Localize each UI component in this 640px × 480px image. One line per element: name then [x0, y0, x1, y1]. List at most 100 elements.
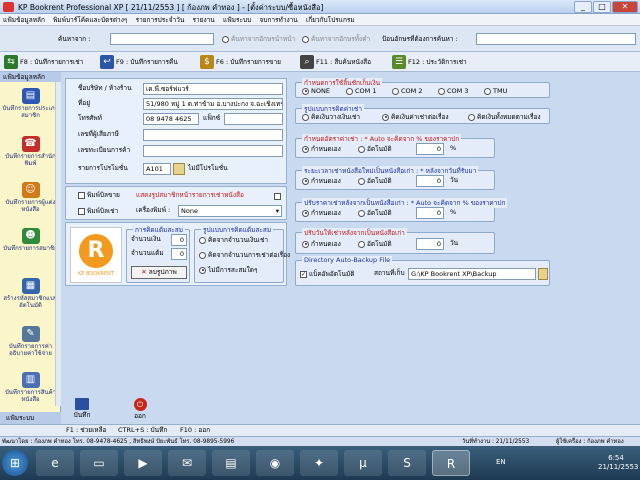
taskbar-bookrent[interactable]: R [432, 450, 470, 476]
sidebar-footer[interactable]: แฟ้มระบบ [0, 412, 61, 424]
taskbar-chrome[interactable]: ◉ [256, 450, 294, 476]
phone-icon: ☎ [21, 136, 40, 152]
drawer-none[interactable]: NONE [302, 86, 330, 96]
show-member-photo-checkbox[interactable] [274, 192, 281, 200]
fee-mode-per-title[interactable]: คิดเงินค่าเช่าต่อเรื่อง [382, 112, 449, 122]
overdue-auto[interactable]: อัตโนมัติ [358, 176, 392, 186]
search-book-button[interactable]: ⌕ F11 : สืบค้นหนังสือ [300, 54, 371, 70]
history-button[interactable]: ☰ F12 : ประวัติการเช่า [392, 54, 467, 70]
overdue-input[interactable]: 0 [416, 175, 444, 187]
old-days-input[interactable]: 0 [416, 238, 444, 250]
ie-icon: e [51, 456, 59, 470]
menu-exit[interactable]: จบการทำงาน [257, 14, 301, 26]
menu-system[interactable]: แฟ้มระบบ [220, 14, 254, 26]
folder-icon[interactable] [173, 163, 185, 175]
fax-input[interactable] [224, 113, 283, 125]
shop-name-label: ชื่อบริษัท / ห้างร้าน [78, 84, 132, 92]
return-icon: ↩ [100, 55, 114, 69]
taskbar-ie[interactable]: e [36, 450, 74, 476]
taskbar-media[interactable]: ▶ [124, 450, 162, 476]
old-price-auto[interactable]: อัตโนมัติ [358, 208, 392, 218]
points-mode-count[interactable]: คิดจากจำนวนการเช่าต่อเรื่อง [199, 250, 290, 260]
points-count-label: จำนวนแต้ม [131, 249, 164, 257]
drawer-com2[interactable]: COM 2 [392, 86, 422, 96]
developer-bar: พัฒนาโดย : ก้องภพ คำทอง โทร. 08-9478-462… [0, 436, 640, 446]
old-price-input[interactable]: 0 [416, 207, 444, 219]
points-mode-none[interactable]: ไม่มีการสะสมใดๆ [199, 265, 258, 275]
drawer-com3[interactable]: COM 3 [438, 86, 468, 96]
minimize-button[interactable]: _ [574, 1, 592, 13]
search-opt-prefix[interactable]: ค้นหาจากอักษรนำหน้า [222, 34, 295, 44]
auto-backup-checkbox[interactable]: ✓ แบ็คอัพอัตโนมัติ [300, 269, 354, 279]
rent-price-manual[interactable]: กำหนดเอง [302, 144, 341, 154]
printer-select[interactable]: None ▾ [178, 205, 282, 217]
taskbar-dev[interactable]: ✦ [300, 450, 338, 476]
chevron-down-icon: ▾ [275, 207, 279, 215]
sidebar-item-expense[interactable]: ✎ บันทึกรายการค่าอธิบายค่าใช้จ่าย [2, 326, 59, 357]
sidebar-item-books[interactable]: ▥ บันทึกรายการสินค้าหนังสือ [2, 372, 59, 403]
menu-report[interactable]: รายงาน [190, 14, 218, 26]
sidebar-header[interactable]: แฟ้มข้อมูลหลัก [0, 72, 61, 82]
overdue-manual[interactable]: กำหนดเอง [302, 176, 341, 186]
points-count-input[interactable]: 0 [171, 248, 187, 260]
clock[interactable]: 6:54 21/11/2553 [598, 454, 638, 472]
old-days-manual[interactable]: กำหนดเอง [302, 239, 341, 249]
language-indicator[interactable]: EN [496, 458, 506, 466]
old-price-unit: % [450, 208, 457, 216]
phone-label: โทรศัพท์ [78, 114, 102, 122]
tax-id-input[interactable] [143, 129, 283, 141]
registration-input[interactable] [143, 145, 283, 157]
maximize-button[interactable]: □ [593, 1, 611, 13]
taskbar-app[interactable]: ✉ [168, 450, 206, 476]
old-price-manual[interactable]: กำหนดเอง [302, 208, 341, 218]
save-button[interactable]: บันทึก [67, 398, 97, 420]
search-input-label: ป้อนอักษรที่ต้องการค้นหา : [382, 35, 458, 43]
promo-code-input[interactable]: A101 [143, 163, 171, 175]
print-rent-checkbox[interactable]: พิมพ์บิลเช่า [78, 206, 118, 216]
fee-mode-deposit[interactable]: คิดเงินวางเงินเช่า [302, 112, 360, 122]
clear-image-button[interactable]: ✕ ลบรูปภาพ [131, 266, 187, 279]
taskbar-skype[interactable]: S [388, 450, 426, 476]
rent-price-unit: % [450, 144, 457, 152]
settings-panel: ชื่อบริษัท / ห้างร้าน เค.พี.ซอร์ฟแวร์ ที… [61, 72, 640, 424]
points-mode-amount[interactable]: คิดจากจำนวนเงินเช่า [199, 235, 268, 245]
fee-mode-all[interactable]: คิดเงินทั้งหมดตามเรื่อง [468, 112, 541, 122]
rent-price-input[interactable]: 0 [416, 143, 444, 155]
history-icon: ☰ [392, 55, 406, 69]
close-button[interactable]: ✕ [612, 1, 638, 13]
drawer-com1[interactable]: COM 1 [346, 86, 376, 96]
return-button[interactable]: ↩ F9 : บันทึกรายการคืน [100, 54, 178, 70]
sidebar-item-publisher[interactable]: ☎ บันทึกรายการสำนักพิมพ์ [2, 136, 59, 167]
menu-master-files[interactable]: แฟ้มข้อมูลหลัก [0, 14, 48, 26]
sidebar-item-auto-member-id[interactable]: ▦ สร้างรหัสสมาชิกแบบอัตโนมัติ [2, 278, 59, 309]
menu-about[interactable]: เกี่ยวกับโปรแกรม [303, 14, 358, 26]
menu-print-barcode[interactable]: พิมพ์บาร์โค้ดและบัตรต่างๆ [50, 14, 130, 26]
phone-input[interactable]: 08 9478 4625 [143, 113, 199, 125]
points-amount-label: จำนวนเงิน [131, 235, 161, 243]
sidebar-item-member-type[interactable]: ▤ บันทึกรายการประเภทสมาชิก [2, 88, 59, 119]
promo-label: รายการโปรโมชั่น [78, 164, 128, 172]
search-opt-whole[interactable]: ค้นหาจากอักษรทั้งคำ [302, 34, 370, 44]
address-input[interactable]: 51/980 หมู่ 1 ต.ท่าข้าม อ.บางปะกง จ.ฉะเช… [143, 98, 283, 110]
shop-name-input[interactable]: เค.พี.ซอร์ฟแวร์ [143, 83, 283, 95]
start-button[interactable]: ⊞ [2, 450, 28, 476]
sale-button[interactable]: $ F6 : บันทึกรายการขาย [200, 54, 281, 70]
rent-button[interactable]: ⇆ F8 : บันทึกรายการเช่า [4, 54, 83, 70]
points-amount-input[interactable]: 0 [171, 234, 187, 246]
old-days-auto[interactable]: อัตโนมัติ [358, 239, 392, 249]
taskbar-files[interactable]: ▤ [212, 450, 250, 476]
taskbar-torrent[interactable]: µ [344, 450, 382, 476]
sidebar-item-author[interactable]: ☺ บันทึกรายการผู้แต่งหนังสือ [2, 182, 59, 213]
save-icon [75, 398, 89, 410]
rent-price-auto[interactable]: อัตโนมัติ [358, 144, 392, 154]
sidebar-item-member[interactable]: ☻ บันทึกรายการสมาชิก [2, 228, 59, 252]
exit-button[interactable]: ⏻ ออก [125, 398, 155, 420]
search-field-select[interactable] [110, 33, 214, 45]
taskbar-explorer[interactable]: ▭ [80, 450, 118, 476]
menu-daily[interactable]: รายการประจำวัน [133, 14, 188, 26]
drawer-tmu[interactable]: TMU [484, 86, 507, 96]
print-receipt-checkbox[interactable]: พิมพ์บิลขาย [78, 190, 120, 200]
search-input[interactable] [476, 33, 636, 45]
folder-icon[interactable] [538, 268, 548, 280]
backup-path-input[interactable]: G:\KP Bookrent XP\Backup [408, 268, 536, 280]
